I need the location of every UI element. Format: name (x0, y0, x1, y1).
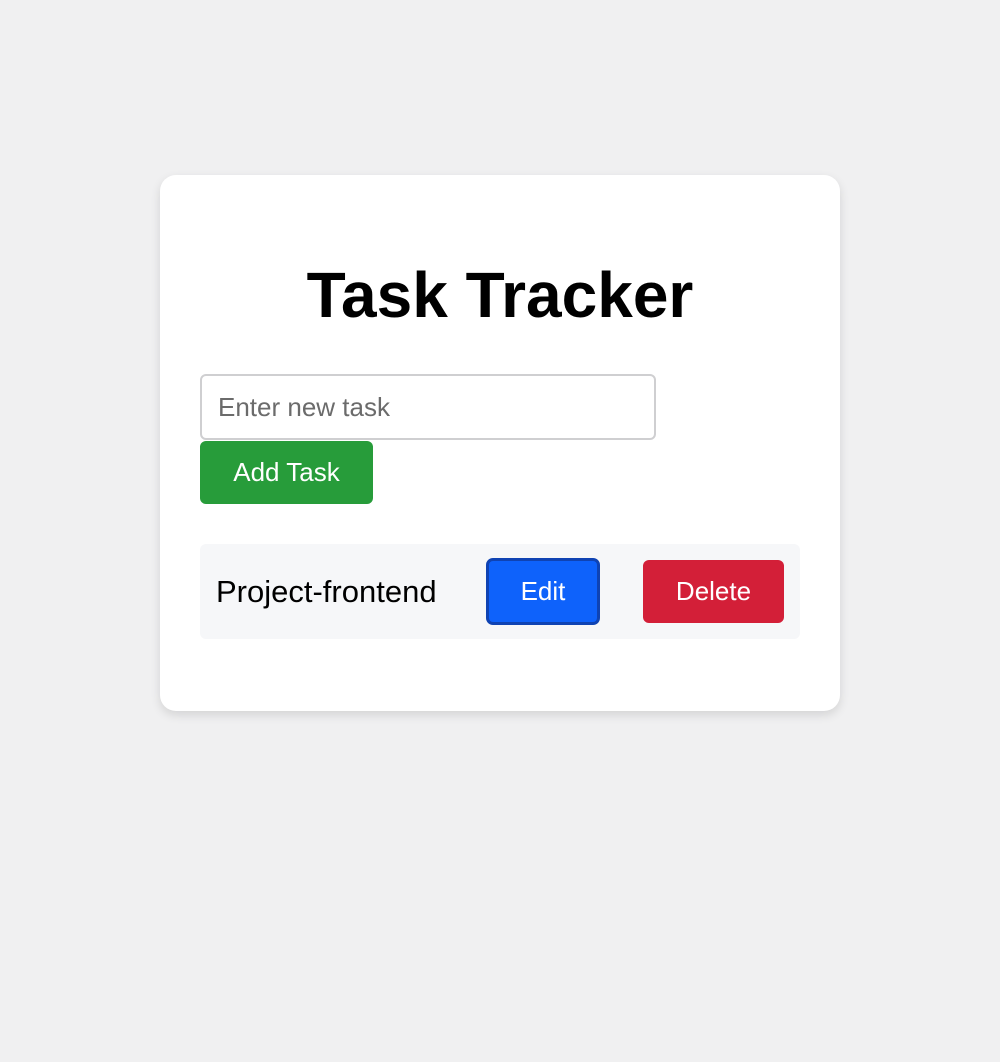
edit-task-button[interactable]: Edit (486, 558, 600, 625)
page-title: Task Tracker (306, 259, 694, 331)
task-list-item: Project-frontend Edit Delete (200, 544, 800, 639)
task-tracker-card: Task Tracker Add Task Project-frontend E… (160, 175, 840, 711)
delete-task-button[interactable]: Delete (643, 560, 784, 623)
add-task-button[interactable]: Add Task (200, 441, 373, 504)
task-text: Project-frontend (216, 574, 437, 609)
new-task-input[interactable] (200, 374, 656, 440)
